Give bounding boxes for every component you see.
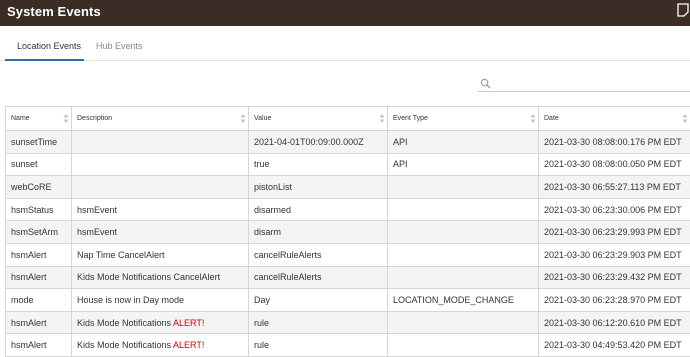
table-row[interactable]: hsmAlert Kids Mode Notifications CancelA… <box>5 265 690 290</box>
cell-date: 2021-03-30 06:55:27.113 PM EDT <box>538 175 690 199</box>
cell-name: webCoRE <box>5 175 72 199</box>
alert-text: ALERT! <box>173 317 205 328</box>
cell-description: hsmEvent <box>71 220 249 244</box>
cell-event-type <box>387 220 539 244</box>
sort-icon <box>240 114 246 123</box>
cell-value: cancelRuleAlerts <box>248 242 388 267</box>
column-header-label: Description <box>77 115 113 122</box>
cell-value: cancelRuleAlerts <box>248 265 388 290</box>
cell-event-type: API <box>387 130 539 154</box>
cell-value: true <box>248 152 388 177</box>
cell-name: hsmAlert <box>5 265 72 290</box>
cell-description <box>71 152 249 177</box>
active-tab-indicator <box>5 59 84 61</box>
column-header-description[interactable]: Description <box>71 106 249 131</box>
cell-name: sunsetTime <box>5 130 72 154</box>
cell-date: 2021-03-30 06:23:28.970 PM EDT <box>538 288 690 312</box>
column-header-label: Event Type <box>393 115 428 122</box>
cell-date: 2021-03-30 08:08:00.176 PM EDT <box>538 130 690 154</box>
search-icon[interactable] <box>480 78 491 89</box>
tab-hub-events[interactable]: Hub Events <box>96 41 143 51</box>
cell-date: 2021-03-30 04:49:53.420 PM EDT <box>538 333 690 357</box>
cell-name: hsmAlert <box>5 310 72 335</box>
description-text: Kids Mode Notifications CancelAlert <box>77 272 221 283</box>
cell-value: rule <box>248 333 388 357</box>
cell-date: 2021-03-30 06:23:30.006 PM EDT <box>538 197 690 222</box>
sort-icon <box>682 114 688 123</box>
cell-value: disarmed <box>248 197 388 222</box>
description-text: Nap Time CancelAlert <box>77 249 165 260</box>
table-row[interactable]: hsmStatus hsmEvent disarmed 2021-03-30 0… <box>5 197 690 222</box>
description-text: hsmEvent <box>77 204 118 215</box>
cell-name: hsmAlert <box>5 242 72 267</box>
table-row[interactable]: sunsetTime 2021-04-01T00:09:00.000Z API … <box>5 130 690 154</box>
cell-event-type <box>387 265 539 290</box>
cell-event-type: API <box>387 152 539 177</box>
table-row[interactable]: mode House is now in Day mode Day LOCATI… <box>5 288 690 312</box>
cell-value: pistonList <box>248 175 388 199</box>
cell-event-type <box>387 333 539 357</box>
cell-name: hsmAlert <box>5 333 72 357</box>
cell-description: hsmEvent <box>71 197 249 222</box>
cell-event-type <box>387 242 539 267</box>
events-table: Name Description Value Event Type Date s… <box>5 106 690 357</box>
table-row[interactable]: hsmAlert Kids Mode Notifications ALERT! … <box>5 310 690 335</box>
search-box[interactable] <box>478 77 690 92</box>
cell-event-type: LOCATION_MODE_CHANGE <box>387 288 539 312</box>
table-row[interactable]: webCoRE pistonList 2021-03-30 06:55:27.1… <box>5 175 690 199</box>
cell-date: 2021-03-30 06:23:29.432 PM EDT <box>538 265 690 290</box>
cell-description <box>71 130 249 154</box>
cell-date: 2021-03-30 06:23:29.903 PM EDT <box>538 242 690 267</box>
description-text: House is now in Day mode <box>77 294 185 305</box>
table-row[interactable]: hsmAlert Nap Time CancelAlert cancelRule… <box>5 242 690 267</box>
window-title: System Events <box>7 4 101 19</box>
column-header-event-type[interactable]: Event Type <box>387 106 539 131</box>
table-row[interactable]: sunset true API 2021-03-30 08:08:00.050 … <box>5 152 690 177</box>
column-header-label: Date <box>544 115 559 122</box>
description-text: Kids Mode Notifications <box>77 317 174 328</box>
description-text: hsmEvent <box>77 227 118 238</box>
cell-name: hsmStatus <box>5 197 72 222</box>
sort-icon <box>379 114 385 123</box>
sort-icon <box>530 114 536 123</box>
tab-location-events[interactable]: Location Events <box>17 41 81 51</box>
column-header-date[interactable]: Date <box>538 106 690 131</box>
cell-date: 2021-03-30 06:12:20.610 PM EDT <box>538 310 690 335</box>
cell-value: Day <box>248 288 388 312</box>
column-header-label: Name <box>11 115 30 122</box>
cell-date: 2021-03-30 08:08:00.050 PM EDT <box>538 152 690 177</box>
cell-event-type <box>387 197 539 222</box>
alert-text: ALERT! <box>173 340 205 351</box>
cell-event-type <box>387 310 539 335</box>
cell-description: Nap Time CancelAlert <box>71 242 249 267</box>
window-corner-icon[interactable] <box>676 3 690 17</box>
table-header-row: Name Description Value Event Type Date <box>5 106 690 131</box>
cell-name: hsmSetArm <box>5 220 72 244</box>
table-row[interactable]: hsmSetArm hsmEvent disarm 2021-03-30 06:… <box>5 220 690 244</box>
tab-bar: Location Events Hub Events <box>0 26 690 61</box>
table-row[interactable]: hsmAlert Kids Mode Notifications ALERT! … <box>5 333 690 357</box>
sort-icon <box>63 114 69 123</box>
cell-event-type <box>387 175 539 199</box>
cell-value: 2021-04-01T00:09:00.000Z <box>248 130 388 154</box>
column-header-name[interactable]: Name <box>5 106 72 131</box>
cell-description: Kids Mode Notifications ALERT! <box>71 310 249 335</box>
cell-value: rule <box>248 310 388 335</box>
cell-description <box>71 175 249 199</box>
cell-date: 2021-03-30 06:23:29.993 PM EDT <box>538 220 690 244</box>
cell-name: sunset <box>5 152 72 177</box>
column-header-label: Value <box>254 115 272 122</box>
description-text: Kids Mode Notifications <box>77 340 174 351</box>
column-header-value[interactable]: Value <box>248 106 388 131</box>
cell-name: mode <box>5 288 72 312</box>
cell-description: Kids Mode Notifications CancelAlert <box>71 265 249 290</box>
cell-description: House is now in Day mode <box>71 288 249 312</box>
cell-description: Kids Mode Notifications ALERT! <box>71 333 249 357</box>
search-input[interactable] <box>496 77 686 91</box>
cell-value: disarm <box>248 220 388 244</box>
window-titlebar: System Events <box>0 0 690 26</box>
